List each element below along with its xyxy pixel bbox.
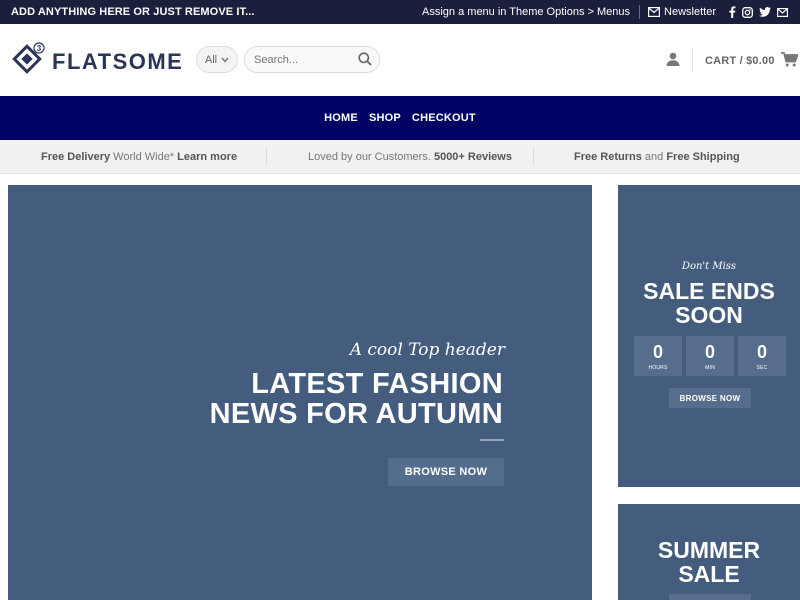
summer-title-line-2: SALE [678, 561, 740, 587]
usp-returns-text: and [641, 151, 667, 163]
countdown-hours: 0 HOURS [634, 336, 682, 376]
summer-sale-banner: SUMMER SALE [618, 504, 800, 600]
sale-pre-title: Don't Miss [681, 261, 737, 272]
chevron-down-icon [221, 54, 229, 66]
countdown-seconds: 0 SEC [738, 336, 786, 376]
usp-shipping-bold: Free Shipping [666, 151, 740, 163]
top-bar-divider [639, 5, 641, 19]
hero-pre-title: A cool Top header [349, 340, 505, 360]
newsletter-link[interactable]: Newsletter [648, 6, 716, 18]
usp-reviews-bold: 5000+ Reviews [433, 151, 512, 163]
logo-mark-icon: 3 [12, 42, 46, 81]
usp-divider [266, 148, 267, 166]
usp-returns-bold: Free Returns [574, 151, 642, 163]
hero-banner: A cool Top header LATEST FASHION NEWS FO… [8, 185, 592, 600]
hero-divider-line [480, 439, 504, 441]
category-select[interactable]: All [196, 46, 238, 73]
countdown-hours-value: 0 [652, 342, 663, 362]
header-divider [692, 48, 693, 72]
account-user-icon[interactable] [666, 52, 680, 71]
countdown-timer: 0 HOURS 0 MIN 0 SEC [634, 336, 786, 376]
sale-browse-now-button[interactable]: BROWSE NOW [669, 388, 751, 408]
countdown-seconds-label: SEC [756, 365, 768, 371]
envelope-icon [648, 7, 661, 17]
search-form: All [196, 46, 380, 73]
hero-browse-now-button[interactable]: BROWSE NOW [388, 458, 504, 486]
top-bar-menu-link[interactable]: Assign a menu in Theme Options > Menus [422, 6, 639, 18]
category-select-value: All [204, 53, 218, 66]
newsletter-label: Newsletter [664, 6, 716, 18]
shopping-cart-icon [780, 52, 799, 70]
summer-button-edge[interactable] [669, 594, 751, 600]
hero-title: LATEST FASHION NEWS FOR AUTUMN [210, 369, 503, 429]
usp-bar: Free Delivery World Wide* Learn more Lov… [0, 140, 800, 174]
email-icon[interactable] [777, 7, 788, 17]
logo-badge: 3 [37, 44, 42, 53]
sale-banner: Don't Miss SALE ENDS SOON 0 HOURS 0 MIN … [618, 185, 800, 487]
top-bar: ADD ANYTHING HERE OR JUST REMOVE IT... A… [0, 0, 800, 24]
site-header: 3 FLATSOME All CART / $0.00 [0, 24, 800, 96]
usp-delivery-text: World Wide* [110, 151, 178, 163]
social-icons [728, 6, 788, 18]
sale-title: SALE ENDS SOON [618, 279, 800, 327]
usp-item-reviews: Loved by our Customers. 5000+ Reviews [308, 140, 512, 174]
site-logo[interactable]: 3 FLATSOME [12, 42, 183, 81]
nav-item-home[interactable]: HOME [324, 112, 358, 124]
twitter-icon[interactable] [759, 7, 771, 17]
facebook-icon[interactable] [728, 6, 736, 18]
usp-divider [533, 148, 534, 166]
sale-title-line-2: SOON [675, 302, 743, 328]
search-icon[interactable] [358, 52, 372, 71]
usp-reviews-text: Loved by our Customers. [308, 151, 434, 163]
countdown-minutes: 0 MIN [686, 336, 734, 376]
nav-item-checkout[interactable]: CHECKOUT [412, 112, 476, 124]
countdown-minutes-value: 0 [704, 342, 715, 362]
usp-delivery-bold: Free Delivery [41, 151, 111, 163]
sale-title-line-1: SALE ENDS [643, 278, 775, 304]
logo-text: FLATSOME [52, 48, 184, 74]
search-field [244, 46, 380, 73]
countdown-seconds-value: 0 [756, 342, 767, 362]
summer-title-line-1: SUMMER [657, 537, 761, 563]
instagram-icon[interactable] [742, 6, 753, 18]
nav-item-shop[interactable]: SHOP [369, 112, 401, 124]
hero-title-line-1: LATEST FASHION [251, 368, 503, 400]
usp-item-delivery: Free Delivery World Wide* Learn more [41, 140, 237, 174]
usp-item-returns: Free Returns and Free Shipping [574, 140, 740, 174]
usp-learn-more-link[interactable]: Learn more [177, 151, 237, 163]
hero-title-line-2: NEWS FOR AUTUMN [209, 398, 503, 430]
cart-label: CART / $0.00 [705, 55, 775, 67]
cart-link[interactable]: CART / $0.00 [705, 52, 799, 70]
countdown-hours-label: HOURS [648, 365, 668, 371]
countdown-minutes-label: MIN [705, 365, 715, 371]
main-nav: HOME SHOP CHECKOUT [0, 96, 800, 140]
summer-title: SUMMER SALE [618, 538, 800, 586]
top-bar-right: Assign a menu in Theme Options > Menus N… [422, 0, 788, 24]
top-bar-promo-text: ADD ANYTHING HERE OR JUST REMOVE IT... [11, 6, 255, 18]
